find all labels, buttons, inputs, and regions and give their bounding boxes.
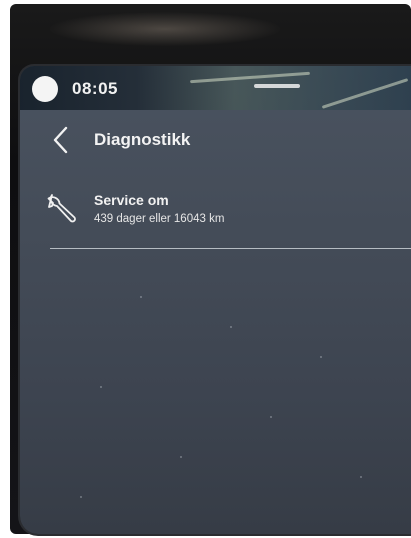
clock: 08:05 xyxy=(72,79,118,98)
screen-speck xyxy=(180,456,182,458)
map-road xyxy=(190,71,310,84)
service-detail: 439 dager eller 16043 km xyxy=(94,213,225,225)
drag-handle[interactable] xyxy=(254,84,300,88)
photo-frame: 08:05 Diagnostikk Service om 439 dager e… xyxy=(0,0,411,538)
service-row[interactable]: Service om 439 dager eller 16043 km xyxy=(20,180,411,244)
page-header: Diagnostikk xyxy=(20,120,411,160)
page-title: Diagnostikk xyxy=(94,130,191,149)
screen-speck xyxy=(140,296,142,298)
service-label: Service om xyxy=(94,192,169,208)
infotainment-screen: 08:05 Diagnostikk Service om 439 dager e… xyxy=(20,66,411,534)
screen-speck xyxy=(230,326,232,328)
status-bar: 08:05 xyxy=(20,66,411,110)
divider xyxy=(50,248,411,249)
screen-speck xyxy=(270,416,272,418)
dashboard-reflection xyxy=(50,12,280,46)
screen-speck xyxy=(320,356,322,358)
screen-speck xyxy=(360,476,362,478)
chevron-left-icon xyxy=(53,126,68,154)
screen-speck xyxy=(100,386,102,388)
screen-speck xyxy=(80,496,82,498)
map-road xyxy=(321,78,409,109)
profile-avatar[interactable] xyxy=(32,76,58,102)
wrench-icon xyxy=(47,194,76,223)
back-button[interactable] xyxy=(48,124,74,156)
